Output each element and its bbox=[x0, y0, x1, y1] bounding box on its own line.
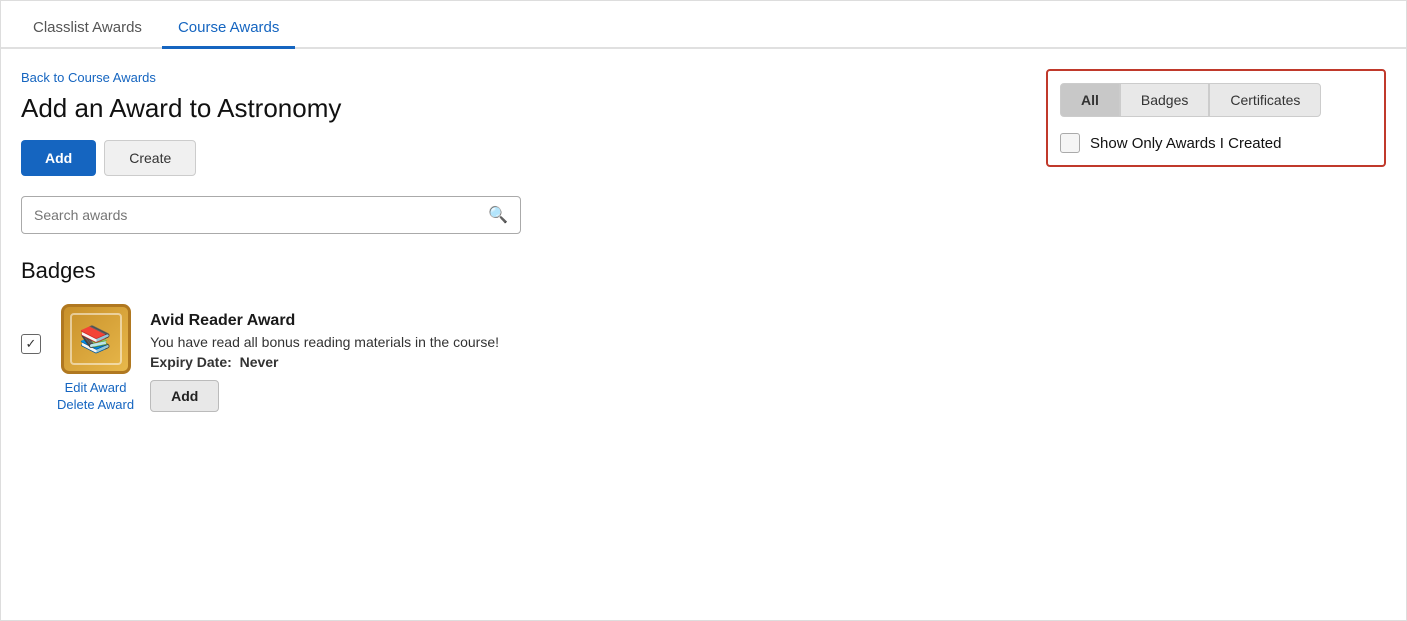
checkmark-icon: ✓ bbox=[26, 336, 37, 352]
award-select-checkbox[interactable]: ✓ bbox=[21, 334, 41, 354]
page-title: Add an Award to Astronomy bbox=[21, 93, 1026, 124]
left-panel: Back to Course Awards Add an Award to As… bbox=[21, 69, 1026, 428]
award-description: You have read all bonus reading material… bbox=[150, 334, 1026, 350]
badge-icon-inner: 📚 bbox=[70, 313, 122, 365]
expiry-value: Never bbox=[240, 354, 279, 370]
search-input[interactable] bbox=[34, 207, 488, 223]
badges-section-title: Badges bbox=[21, 258, 1026, 284]
delete-award-link[interactable]: Delete Award bbox=[57, 397, 134, 412]
award-icon-col: 📚 Edit Award Delete Award bbox=[57, 304, 134, 412]
filter-box: All Badges Certificates Show Only Awards… bbox=[1046, 69, 1386, 167]
show-only-checkbox[interactable] bbox=[1060, 133, 1080, 153]
add-button[interactable]: Add bbox=[21, 140, 96, 176]
tab-bar: Classlist Awards Course Awards bbox=[1, 1, 1406, 49]
tab-classlist[interactable]: Classlist Awards bbox=[17, 9, 158, 49]
award-icon-links: Edit Award Delete Award bbox=[57, 380, 134, 412]
badge-icon: 📚 bbox=[61, 304, 131, 374]
award-checkbox-col: ✓ bbox=[21, 304, 41, 354]
award-expiry: Expiry Date: Never bbox=[150, 354, 1026, 370]
right-panel: All Badges Certificates Show Only Awards… bbox=[1046, 69, 1386, 428]
award-add-button[interactable]: Add bbox=[150, 380, 219, 412]
main-content: Back to Course Awards Add an Award to As… bbox=[1, 49, 1406, 448]
show-only-label: Show Only Awards I Created bbox=[1090, 135, 1281, 152]
book-icon: 📚 bbox=[79, 324, 111, 355]
award-name: Avid Reader Award bbox=[150, 312, 1026, 330]
page-wrapper: Classlist Awards Course Awards Back to C… bbox=[0, 0, 1407, 621]
expiry-label: Expiry Date: bbox=[150, 354, 232, 370]
award-item: ✓ 📚 Edit Award Delete Award bbox=[21, 304, 1026, 412]
show-only-row: Show Only Awards I Created bbox=[1060, 133, 1372, 153]
back-link[interactable]: Back to Course Awards bbox=[21, 70, 156, 85]
filter-all-button[interactable]: All bbox=[1060, 83, 1120, 117]
search-icon: 🔍 bbox=[488, 205, 508, 225]
edit-award-link[interactable]: Edit Award bbox=[65, 380, 127, 395]
award-details: Avid Reader Award You have read all bonu… bbox=[150, 304, 1026, 412]
tab-course[interactable]: Course Awards bbox=[162, 9, 295, 49]
action-buttons: Add Create bbox=[21, 140, 1026, 176]
type-filter-row: All Badges Certificates bbox=[1060, 83, 1372, 117]
filter-certificates-button[interactable]: Certificates bbox=[1209, 83, 1321, 117]
filter-badges-button[interactable]: Badges bbox=[1120, 83, 1209, 117]
create-button[interactable]: Create bbox=[104, 140, 196, 176]
search-container: 🔍 bbox=[21, 196, 521, 234]
